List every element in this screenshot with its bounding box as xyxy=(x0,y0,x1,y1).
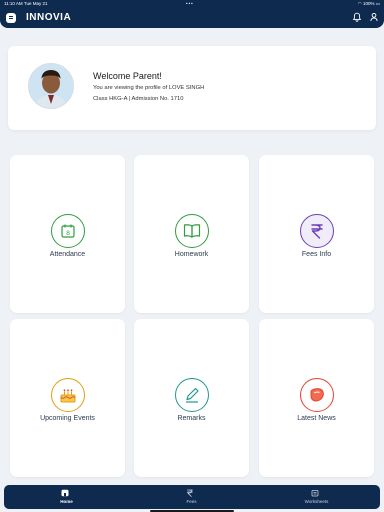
tile-upcoming-events[interactable]: Upcoming Events xyxy=(10,319,125,477)
status-dots: ••• xyxy=(186,1,194,6)
tile-remarks[interactable]: Remarks xyxy=(134,319,249,477)
news-icon-circle xyxy=(300,378,334,412)
worksheet-icon xyxy=(311,490,319,497)
welcome-heading: Welcome Parent! xyxy=(93,71,162,81)
tile-label: Upcoming Events xyxy=(40,415,95,422)
pen-icon xyxy=(186,387,199,403)
profile-viewing-text: You are viewing the profile of LOVE SING… xyxy=(93,85,205,91)
svg-text:8: 8 xyxy=(66,230,70,237)
tile-label: Fees Info xyxy=(301,251,332,258)
tile-label: Homework xyxy=(174,251,209,258)
tile-label: Latest News xyxy=(297,415,336,422)
nav-fees[interactable]: Fees xyxy=(129,485,254,509)
user-icon[interactable] xyxy=(369,12,379,22)
nav-home[interactable]: Home xyxy=(4,485,129,509)
class-admission-text: Class HKG-A | Admission No. 1710 xyxy=(93,96,184,102)
fees-icon-circle xyxy=(300,214,334,248)
tile-fees-info[interactable]: Fees Info xyxy=(259,155,374,313)
bell-icon[interactable] xyxy=(352,12,362,22)
homework-icon-circle xyxy=(175,214,209,248)
bottom-nav: Home Fees Worksheets xyxy=(4,485,380,509)
profile-card: Welcome Parent! You are viewing the prof… xyxy=(8,46,376,130)
cake-icon xyxy=(60,389,76,403)
book-icon xyxy=(183,224,201,239)
status-battery: ◠ 100% ▭ xyxy=(357,1,380,6)
home-icon xyxy=(61,489,69,497)
tile-homework[interactable]: Homework xyxy=(134,155,249,313)
nav-label: Home xyxy=(60,499,73,504)
rupee-icon xyxy=(311,224,323,239)
news-icon xyxy=(310,388,324,402)
app-header: INNOVIA xyxy=(0,8,384,28)
status-time: 11:10 AM Tue May 21 xyxy=(4,1,48,6)
menu-icon[interactable] xyxy=(6,13,16,23)
nav-worksheets[interactable]: Worksheets xyxy=(254,485,379,509)
tile-label: Remarks xyxy=(177,415,206,422)
calendar-icon: 8 xyxy=(61,224,75,238)
status-bar: 11:10 AM Tue May 21 ••• ◠ 100% ▭ xyxy=(0,0,384,8)
rupee-icon xyxy=(186,489,193,497)
student-avatar xyxy=(28,63,74,109)
tile-attendance[interactable]: 8 Attendance xyxy=(10,155,125,313)
tile-latest-news[interactable]: Latest News xyxy=(259,319,374,477)
remarks-icon-circle xyxy=(175,378,209,412)
events-icon-circle xyxy=(51,378,85,412)
nav-label: Worksheets xyxy=(304,499,329,504)
nav-label: Fees xyxy=(186,499,197,504)
app-title: INNOVIA xyxy=(26,12,72,23)
attendance-icon-circle: 8 xyxy=(51,214,85,248)
wifi-icon: ◠ xyxy=(357,1,362,6)
tile-label: Attendance xyxy=(49,251,86,258)
